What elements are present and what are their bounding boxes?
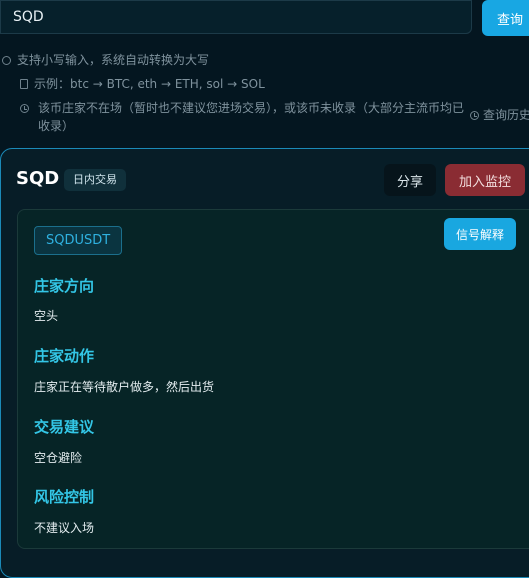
section-value-advice: 空仓避险 <box>34 451 83 465</box>
search-button[interactable]: 查询 <box>482 0 529 36</box>
section-title-action: 庄家动作 <box>34 347 95 365</box>
section-title-risk: 风险控制 <box>34 488 95 506</box>
not-listed-hint-icon-wrap <box>20 99 35 117</box>
section-value-risk: 不建议入场 <box>34 521 95 535</box>
info-icon <box>2 56 11 65</box>
not-listed-hint: 该币庄家不在场（暂时也不建议您进场交易），或该币未收录（大部分主流币均已收录） <box>38 99 466 135</box>
uppercase-hint-text: 支持小写输入，系统自动转换为大写 <box>17 53 210 67</box>
trade-mode-badge: 日内交易 <box>64 169 126 191</box>
history-link-label: 查询历史 <box>483 108 529 122</box>
history-icon <box>470 111 479 120</box>
section-value-direction: 空头 <box>34 309 59 323</box>
document-icon <box>20 79 28 89</box>
not-listed-hint-text: 该币庄家不在场（暂时也不建议您进场交易），或该币未收录（大部分主流币均已收录） <box>38 101 465 133</box>
pair-tag: SQDUSDT <box>34 226 123 255</box>
example-hint-text: 示例：btc → BTC, eth → ETH, sol → SOL <box>34 77 265 91</box>
section-title-advice: 交易建议 <box>34 418 95 436</box>
search-input[interactable] <box>0 0 472 34</box>
share-button[interactable]: 分享 <box>384 164 436 196</box>
add-to-watch-button[interactable]: 加入监控 <box>445 164 525 196</box>
history-link[interactable]: 查询历史 <box>470 106 529 123</box>
clock-icon <box>20 104 29 113</box>
section-value-action: 庄家正在等待散户做多，然后出货 <box>34 380 215 394</box>
example-hint: 示例：btc → BTC, eth → ETH, sol → SOL <box>20 75 265 93</box>
signal-explain-button[interactable]: 信号解释 <box>444 218 516 250</box>
symbol-title: SQD <box>16 168 60 189</box>
section-title-direction: 庄家方向 <box>34 277 95 295</box>
uppercase-hint: 支持小写输入，系统自动转换为大写 <box>2 51 209 69</box>
